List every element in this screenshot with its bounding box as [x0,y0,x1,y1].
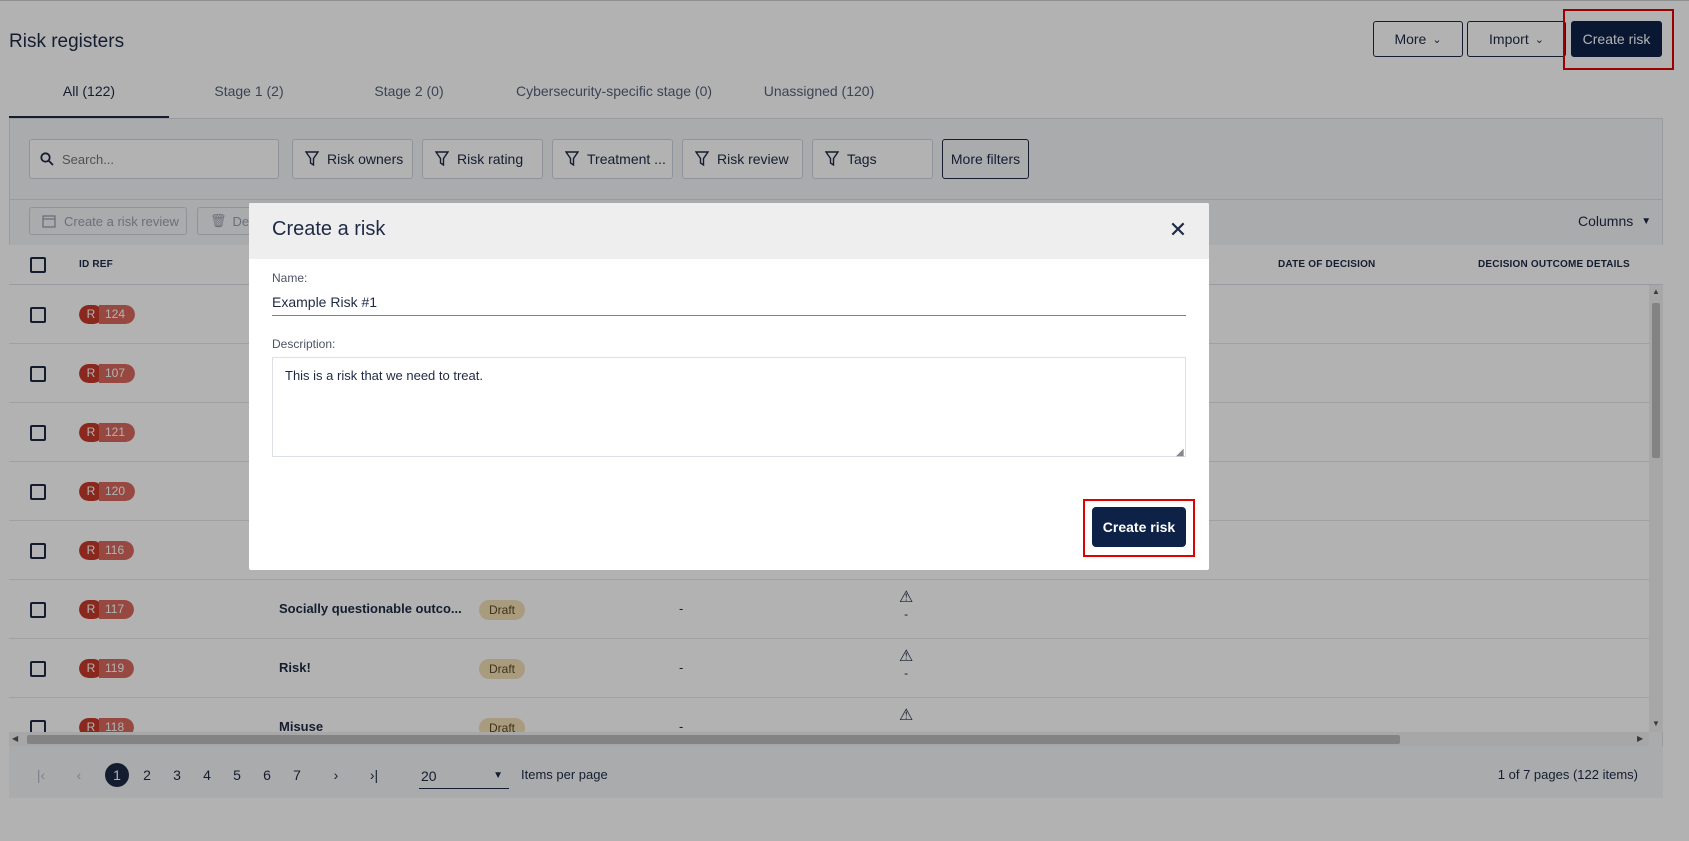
close-icon[interactable]: ✕ [1165,217,1191,243]
description-label: Description: [272,337,336,351]
risk-name-field[interactable] [272,288,1186,316]
highlight-create-risk-submit [1083,499,1195,557]
risk-description-field[interactable]: This is a risk that we need to treat. [272,357,1186,457]
resize-handle-icon[interactable]: ◢ [1176,447,1184,458]
dialog-header: Create a risk ✕ [249,203,1209,259]
create-risk-dialog: Create a risk ✕ Name: Description: This … [249,203,1209,570]
name-label: Name: [272,271,308,285]
dialog-title: Create a risk [272,218,386,240]
